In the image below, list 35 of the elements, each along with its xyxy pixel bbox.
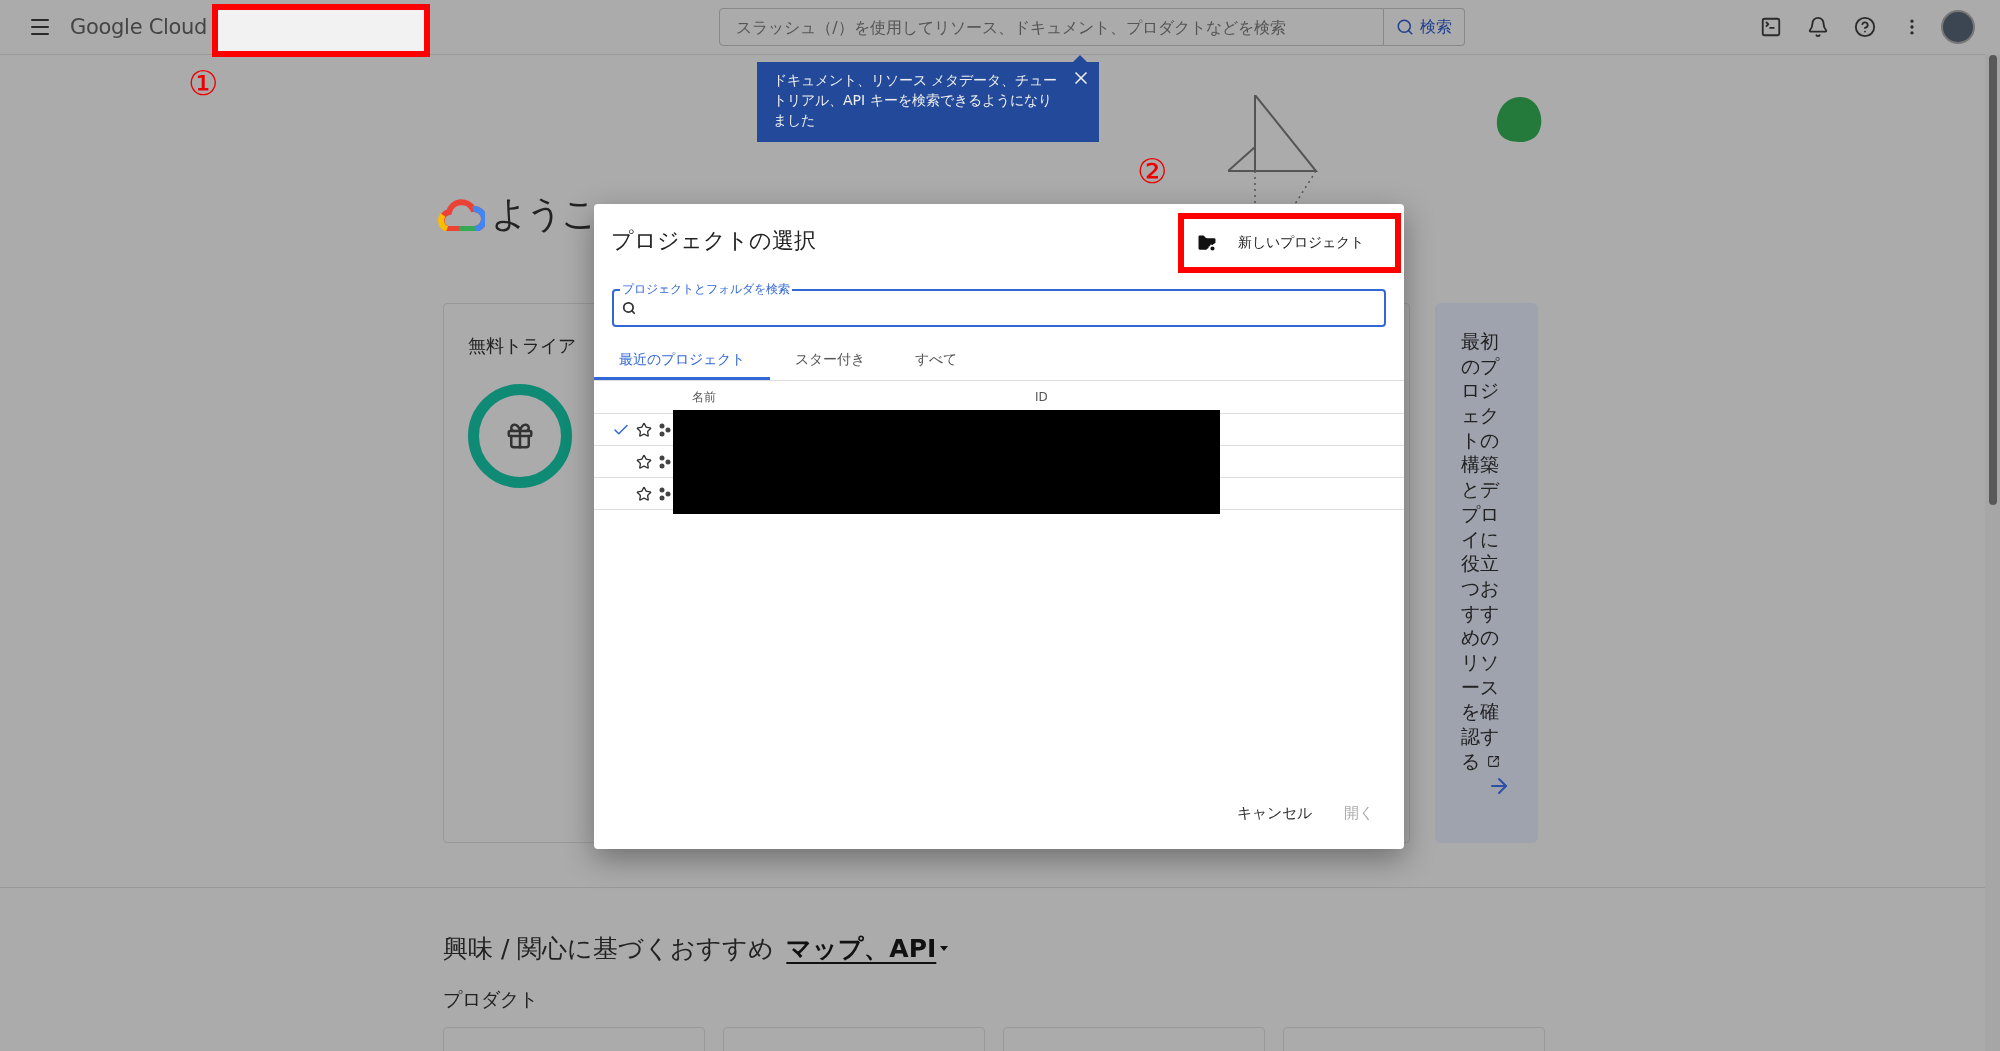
card-title: 無料トライア <box>468 334 576 358</box>
brand-logo[interactable]: Google Cloud <box>70 15 208 39</box>
welcome-heading: ようこ <box>491 192 596 236</box>
search-field[interactable]: スラッシュ（/）を使用してリソース、ドキュメント、プロダクトなどを検索 <box>719 8 1385 46</box>
section-heading: 興味 / 関心に基づくおすすめ <box>443 933 775 965</box>
scrollbar[interactable] <box>1985 55 2000 1051</box>
folder-gear-icon[interactable] <box>1196 232 1218 254</box>
dialog-button[interactable]: キャンセル <box>1225 796 1324 831</box>
column-header[interactable]: 名前 <box>692 388 1035 406</box>
star-icon[interactable] <box>636 453 652 470</box>
products-heading: プロダクト <box>443 987 539 1012</box>
tooltip-text: ドキュメント、リソース メタデータ、チュートリアル、API キーを検索できるようになりました <box>773 71 1059 130</box>
new-project-button[interactable]: 新しいプロジェクト <box>1178 213 1401 273</box>
annotation-number: ① <box>188 66 219 100</box>
external-link-icon <box>1487 755 1500 769</box>
tab[interactable]: 最近のプロジェクト <box>594 340 770 380</box>
tab[interactable]: スター付き <box>770 340 890 380</box>
tab[interactable]: すべて <box>890 340 982 380</box>
caret-icon[interactable] <box>940 946 949 951</box>
gift-icon <box>505 421 535 451</box>
annotation-number: ② <box>1137 154 1168 188</box>
interest-dropdown[interactable]: マップ、API <box>786 932 949 965</box>
project-icon <box>658 422 672 437</box>
search-icon <box>622 301 636 315</box>
search-icon[interactable] <box>1396 18 1415 36</box>
cloud-logo <box>437 197 485 231</box>
project-icon <box>658 454 672 469</box>
column-header[interactable]: ID <box>1035 390 1048 404</box>
avatar[interactable] <box>1941 10 1975 44</box>
resource-link[interactable]: 最初のプロジェクトの構築とデプロイに役立つおすすめのリソースを確認する <box>1461 329 1499 774</box>
star-icon[interactable] <box>636 421 652 438</box>
search-button[interactable]: 検索 <box>1384 8 1466 46</box>
star-icon[interactable] <box>636 485 652 502</box>
project-icon <box>658 486 672 501</box>
dialog-title: プロジェクトの選択 <box>611 227 816 255</box>
